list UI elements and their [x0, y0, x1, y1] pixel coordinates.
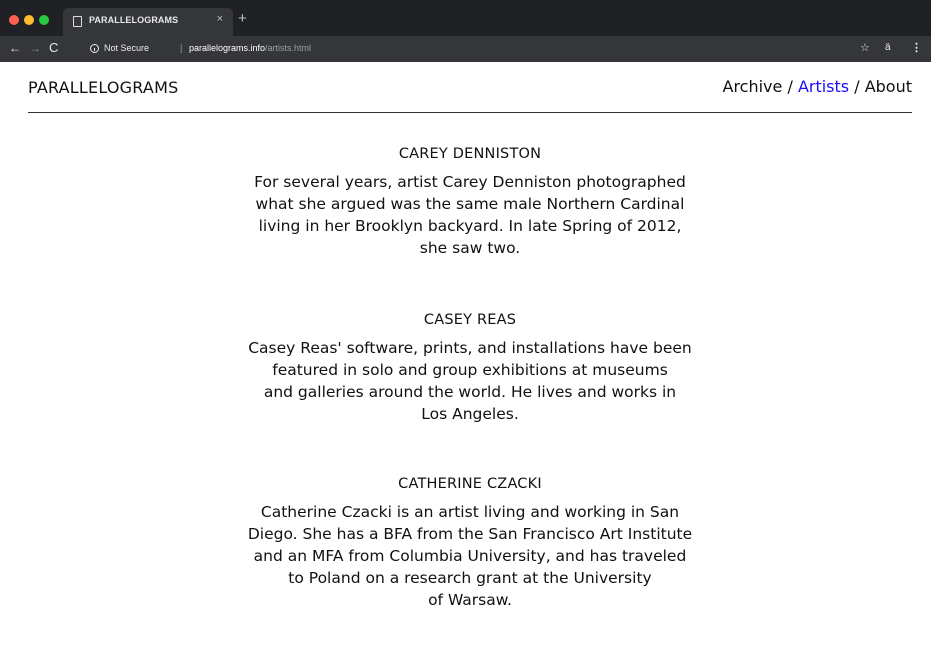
nav-artists-link[interactable]: Artists [798, 77, 849, 96]
new-tab-button[interactable]: + [238, 11, 247, 26]
artist-name: CAREY DENNISTON [398, 146, 542, 162]
close-window-button[interactable] [9, 15, 19, 25]
site-nav: Archive / Artists / About [723, 77, 913, 96]
bio-line: featured in solo and group exhibitions a… [272, 361, 668, 379]
browser-window: PARALLELOGRAMS × + ← → C Not Secure | pa… [0, 0, 931, 659]
document-icon [73, 16, 82, 27]
url-path: /artists.html [265, 43, 312, 53]
bio-line: she saw two. [419, 239, 521, 257]
address-separator: | [180, 43, 183, 53]
nav-separator: / [782, 77, 798, 96]
bio-line: of Warsaw. [428, 591, 512, 609]
artist-entry: CAREY DENNISTON For several years, artis… [200, 146, 740, 259]
bio-line: what she argued was the same male Northe… [255, 195, 685, 213]
tab-parallelograms[interactable]: PARALLELOGRAMS × [63, 8, 233, 36]
artist-name: CASEY REAS [423, 312, 517, 328]
nav-archive-link[interactable]: Archive [723, 77, 783, 96]
bio-line: For several years, artist Carey Dennisto… [254, 173, 686, 191]
bio-line: living in her Brooklyn backyard. In late… [258, 217, 682, 235]
artist-entry: CASEY REAS Casey Reas' software, prints,… [200, 312, 740, 425]
artist-bio: For several years, artist Carey Dennisto… [200, 171, 740, 259]
bio-line: and galleries around the world. He lives… [263, 383, 677, 401]
artist-bio: Catherine Czacki is an artist living and… [200, 501, 740, 611]
bio-line: Catherine Czacki is an artist living and… [260, 503, 680, 521]
page-content: PARALLELOGRAMS Archive / Artists / About… [0, 62, 931, 659]
info-icon[interactable] [90, 44, 99, 53]
bio-line: and an MFA from Columbia University, and… [253, 547, 687, 565]
address-bar[interactable]: Not Secure | parallelograms.info/artists… [82, 39, 879, 59]
site-title[interactable]: PARALLELOGRAMS [28, 78, 178, 97]
browser-toolbar: ← → C Not Secure | parallelograms.info/a… [0, 36, 931, 62]
nav-separator: / [849, 77, 865, 96]
menu-icon[interactable]: ⋮ [911, 41, 922, 55]
header-divider [28, 112, 912, 113]
security-label: Not Secure [104, 43, 150, 53]
extension-icon[interactable]: ä [885, 41, 891, 55]
bio-line: to Poland on a research grant at the Uni… [288, 569, 652, 587]
forward-button[interactable]: → [29, 41, 41, 55]
nav-about-link[interactable]: About [865, 77, 912, 96]
bookmark-star-icon[interactable]: ☆ [860, 41, 870, 55]
back-button[interactable]: ← [9, 41, 21, 55]
artist-bio: Casey Reas' software, prints, and instal… [200, 337, 740, 425]
tab-title: PARALLELOGRAMS [89, 15, 179, 25]
reload-button[interactable]: C [49, 41, 58, 55]
url-host: parallelograms.info [189, 43, 266, 53]
minimize-window-button[interactable] [24, 15, 34, 25]
bio-line: Los Angeles. [421, 405, 519, 423]
zoom-window-button[interactable] [39, 15, 49, 25]
tab-bar: PARALLELOGRAMS × + [0, 0, 931, 36]
bio-line: Casey Reas' software, prints, and instal… [248, 339, 692, 357]
artist-entry: CATHERINE CZACKI Catherine Czacki is an … [200, 476, 740, 611]
url-text[interactable]: parallelograms.info/artists.html [189, 43, 311, 53]
close-tab-icon[interactable]: × [217, 13, 223, 25]
artist-name: CATHERINE CZACKI [398, 476, 542, 492]
bio-line: Diego. She has a BFA from the San Franci… [247, 525, 693, 543]
